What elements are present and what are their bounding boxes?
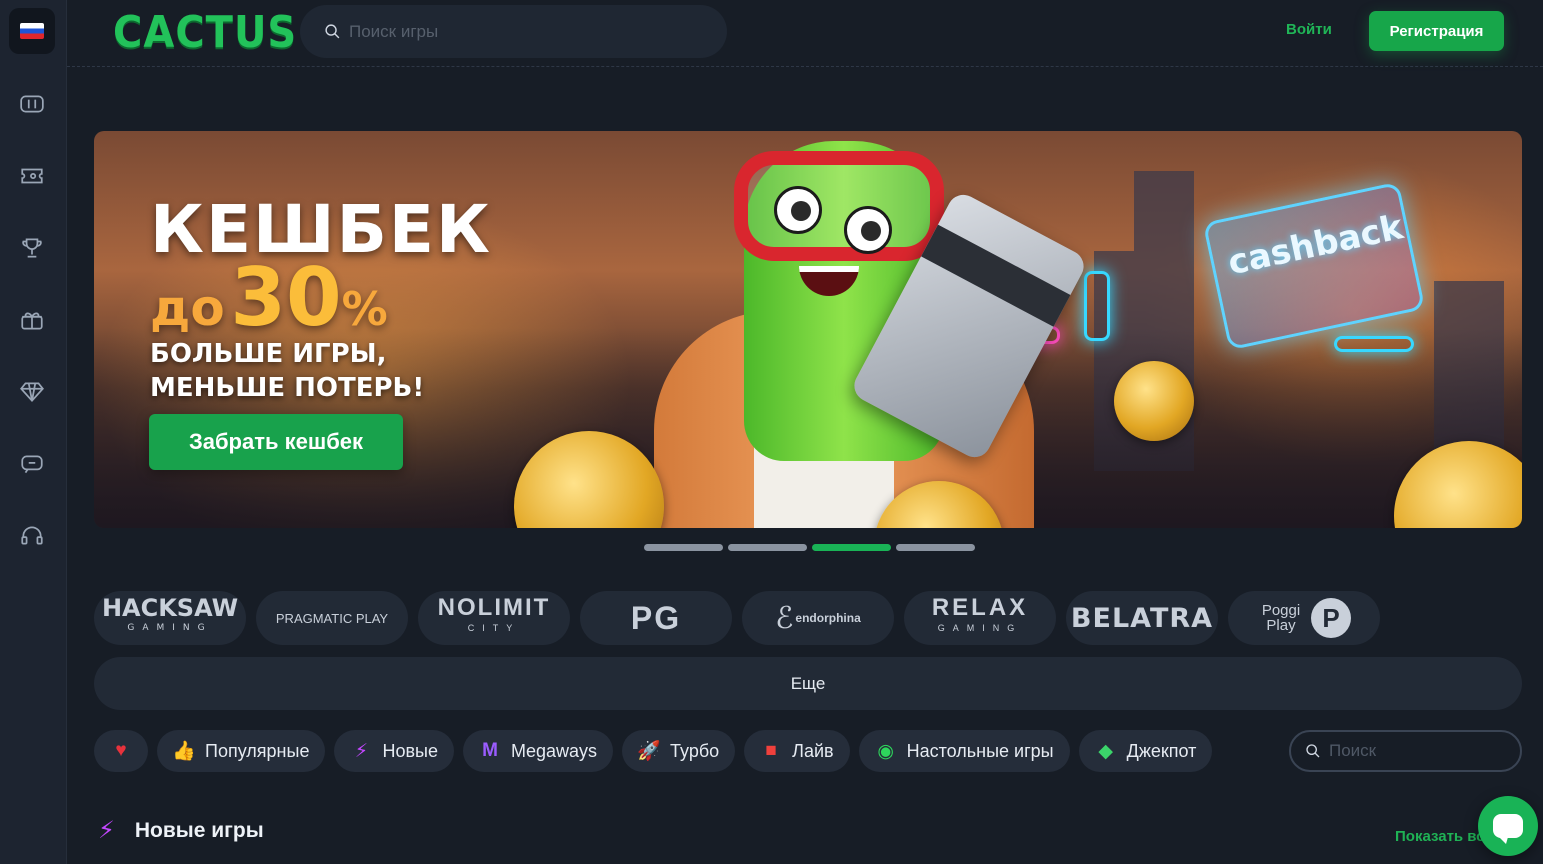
cashback-card-text: cashback <box>1224 207 1407 284</box>
search-icon <box>1306 744 1320 758</box>
character-goggles <box>734 151 944 261</box>
top-header: CACTUS Войти Регистрация <box>67 0 1543 67</box>
category-search-input[interactable] <box>1329 741 1509 761</box>
ticket-icon[interactable] <box>18 162 46 190</box>
provider-endorphina[interactable]: ℰ endorphina <box>742 591 894 645</box>
provider-list: HACKSAW GAMING PRAGMATIC PLAY NOLIMIT CI… <box>94 591 1380 645</box>
category-new[interactable]: ⚡ Новые <box>334 730 454 772</box>
promo-percentage: до 30% <box>150 251 388 344</box>
provider-pragmatic-name: PRAGMATIC PLAY <box>275 610 389 626</box>
category-popular[interactable]: 👍 Популярные <box>157 730 326 772</box>
category-live[interactable]: ■ Лайв <box>744 730 850 772</box>
provider-hacksaw[interactable]: HACKSAW GAMING <box>94 591 246 645</box>
category-megaways[interactable]: M Megaways <box>462 730 614 772</box>
category-table-label: Настольные игры <box>906 740 1054 761</box>
lightning-icon: ⚡ <box>354 740 369 762</box>
slide-dot-1[interactable] <box>644 544 723 551</box>
cactus-logo[interactable]: CACTUS <box>113 8 297 58</box>
character-eye <box>844 206 892 254</box>
slide-dot-2[interactable] <box>728 544 807 551</box>
category-jackpot[interactable]: ◆ Джекпот <box>1078 730 1213 772</box>
category-jackpot-label: Джекпот <box>1126 740 1197 761</box>
category-turbo[interactable]: 🚀 Турбо <box>622 730 736 772</box>
provider-relax-gaming[interactable]: RELAX GAMING <box>904 591 1056 645</box>
live-camera-icon: ■ <box>765 740 777 761</box>
support-headset-icon[interactable] <box>18 522 46 550</box>
poggi-p-icon: P <box>1311 598 1351 638</box>
heart-icon: ♥ <box>115 740 127 761</box>
new-games-section-header: ⚡ Новые игры <box>98 816 264 845</box>
category-megaways-label: Megaways <box>510 740 598 761</box>
provider-poggi-name: Poggi Play <box>1261 602 1301 634</box>
category-turbo-label: Турбо <box>670 740 720 761</box>
chat-bubble-icon <box>1493 814 1523 844</box>
gift-icon[interactable] <box>18 306 46 334</box>
provider-nolimit-name: NOLIMIT <box>437 594 551 621</box>
live-chat-button[interactable] <box>1478 796 1538 856</box>
promo-pct-value: 30 <box>230 251 342 344</box>
promo-banner[interactable]: cashback КЕШБЕК до 30% БОЛЬШЕ ИГРЫ, МЕНЬ… <box>94 131 1522 528</box>
provider-relax-name: RELAX <box>931 594 1029 621</box>
banner-pagination <box>644 544 975 551</box>
table-games-icon: ◉ <box>877 740 894 762</box>
diamond-icon[interactable] <box>18 378 46 406</box>
category-live-label: Лайв <box>792 740 834 761</box>
russian-flag-icon <box>20 23 44 39</box>
rocket-icon: 🚀 <box>637 741 661 762</box>
cashback-card-image: cashback <box>1202 181 1426 351</box>
provider-pragmatic-play[interactable]: PRAGMATIC PLAY <box>256 591 408 645</box>
trophy-icon[interactable] <box>18 234 46 262</box>
megaways-icon: M <box>482 740 498 761</box>
slots-icon[interactable] <box>18 90 46 118</box>
show-more-providers-button[interactable]: Еще <box>94 657 1522 710</box>
provider-poggi-play[interactable]: Poggi Play P <box>1228 591 1380 645</box>
provider-pg-soft[interactable]: PG <box>580 591 732 645</box>
chat-icon[interactable] <box>18 450 46 478</box>
provider-relax-sub: GAMING <box>937 623 1023 633</box>
provider-nolimit-sub: CITY <box>467 623 521 633</box>
provider-hacksaw-sub: GAMING <box>127 623 213 633</box>
login-link[interactable]: Войти <box>1286 21 1332 38</box>
provider-belatra[interactable]: BELATRA <box>1066 591 1218 645</box>
neon-sign <box>1084 271 1110 341</box>
thumbs-up-icon: 👍 <box>172 741 196 762</box>
provider-hacksaw-name: HACKSAW <box>101 594 239 622</box>
promo-subtitle-line2: МЕНЬШЕ ПОТЕРЬ! <box>150 373 425 403</box>
gem-icon: ◆ <box>1098 740 1113 762</box>
promo-pct-sign: % <box>341 282 388 336</box>
register-button[interactable]: Регистрация <box>1369 11 1504 51</box>
promo-subtitle: БОЛЬШЕ ИГРЫ, МЕНЬШЕ ПОТЕРЬ! <box>150 337 424 405</box>
show-all-link[interactable]: Показать все <box>1395 828 1485 845</box>
language-flag-button[interactable] <box>9 8 55 54</box>
favorites-chip[interactable]: ♥ <box>94 730 148 772</box>
left-sidebar <box>0 0 67 864</box>
category-popular-label: Популярные <box>205 740 310 761</box>
slide-dot-3[interactable] <box>812 544 891 551</box>
category-new-label: Новые <box>382 740 438 761</box>
gold-coin <box>1114 361 1194 441</box>
slide-dot-4[interactable] <box>896 544 975 551</box>
claim-cashback-button[interactable]: Забрать кешбек <box>149 414 403 470</box>
category-filter-bar: ♥ 👍 Популярные ⚡ Новые M Megaways 🚀 Турб… <box>94 730 1213 772</box>
lightning-icon: ⚡ <box>98 817 115 844</box>
endorphina-logo-icon: ℰ <box>775 601 794 635</box>
category-table-games[interactable]: ◉ Настольные игры <box>858 730 1070 772</box>
provider-nolimit-city[interactable]: NOLIMIT CITY <box>418 591 570 645</box>
character-eye <box>774 186 822 234</box>
neon-sign <box>1334 336 1414 352</box>
provider-belatra-name: BELATRA <box>1070 602 1214 634</box>
game-search-input[interactable] <box>349 21 709 42</box>
provider-pg-name: PG <box>630 599 682 636</box>
category-search-bar[interactable] <box>1289 730 1522 772</box>
game-search-bar[interactable] <box>300 5 727 58</box>
promo-subtitle-line1: БОЛЬШЕ ИГРЫ, <box>150 339 387 369</box>
promo-pct-prefix: до <box>150 279 225 337</box>
provider-endorphina-name: endorphina <box>795 611 861 625</box>
search-icon <box>325 24 340 39</box>
section-title: Новые игры <box>134 818 264 842</box>
